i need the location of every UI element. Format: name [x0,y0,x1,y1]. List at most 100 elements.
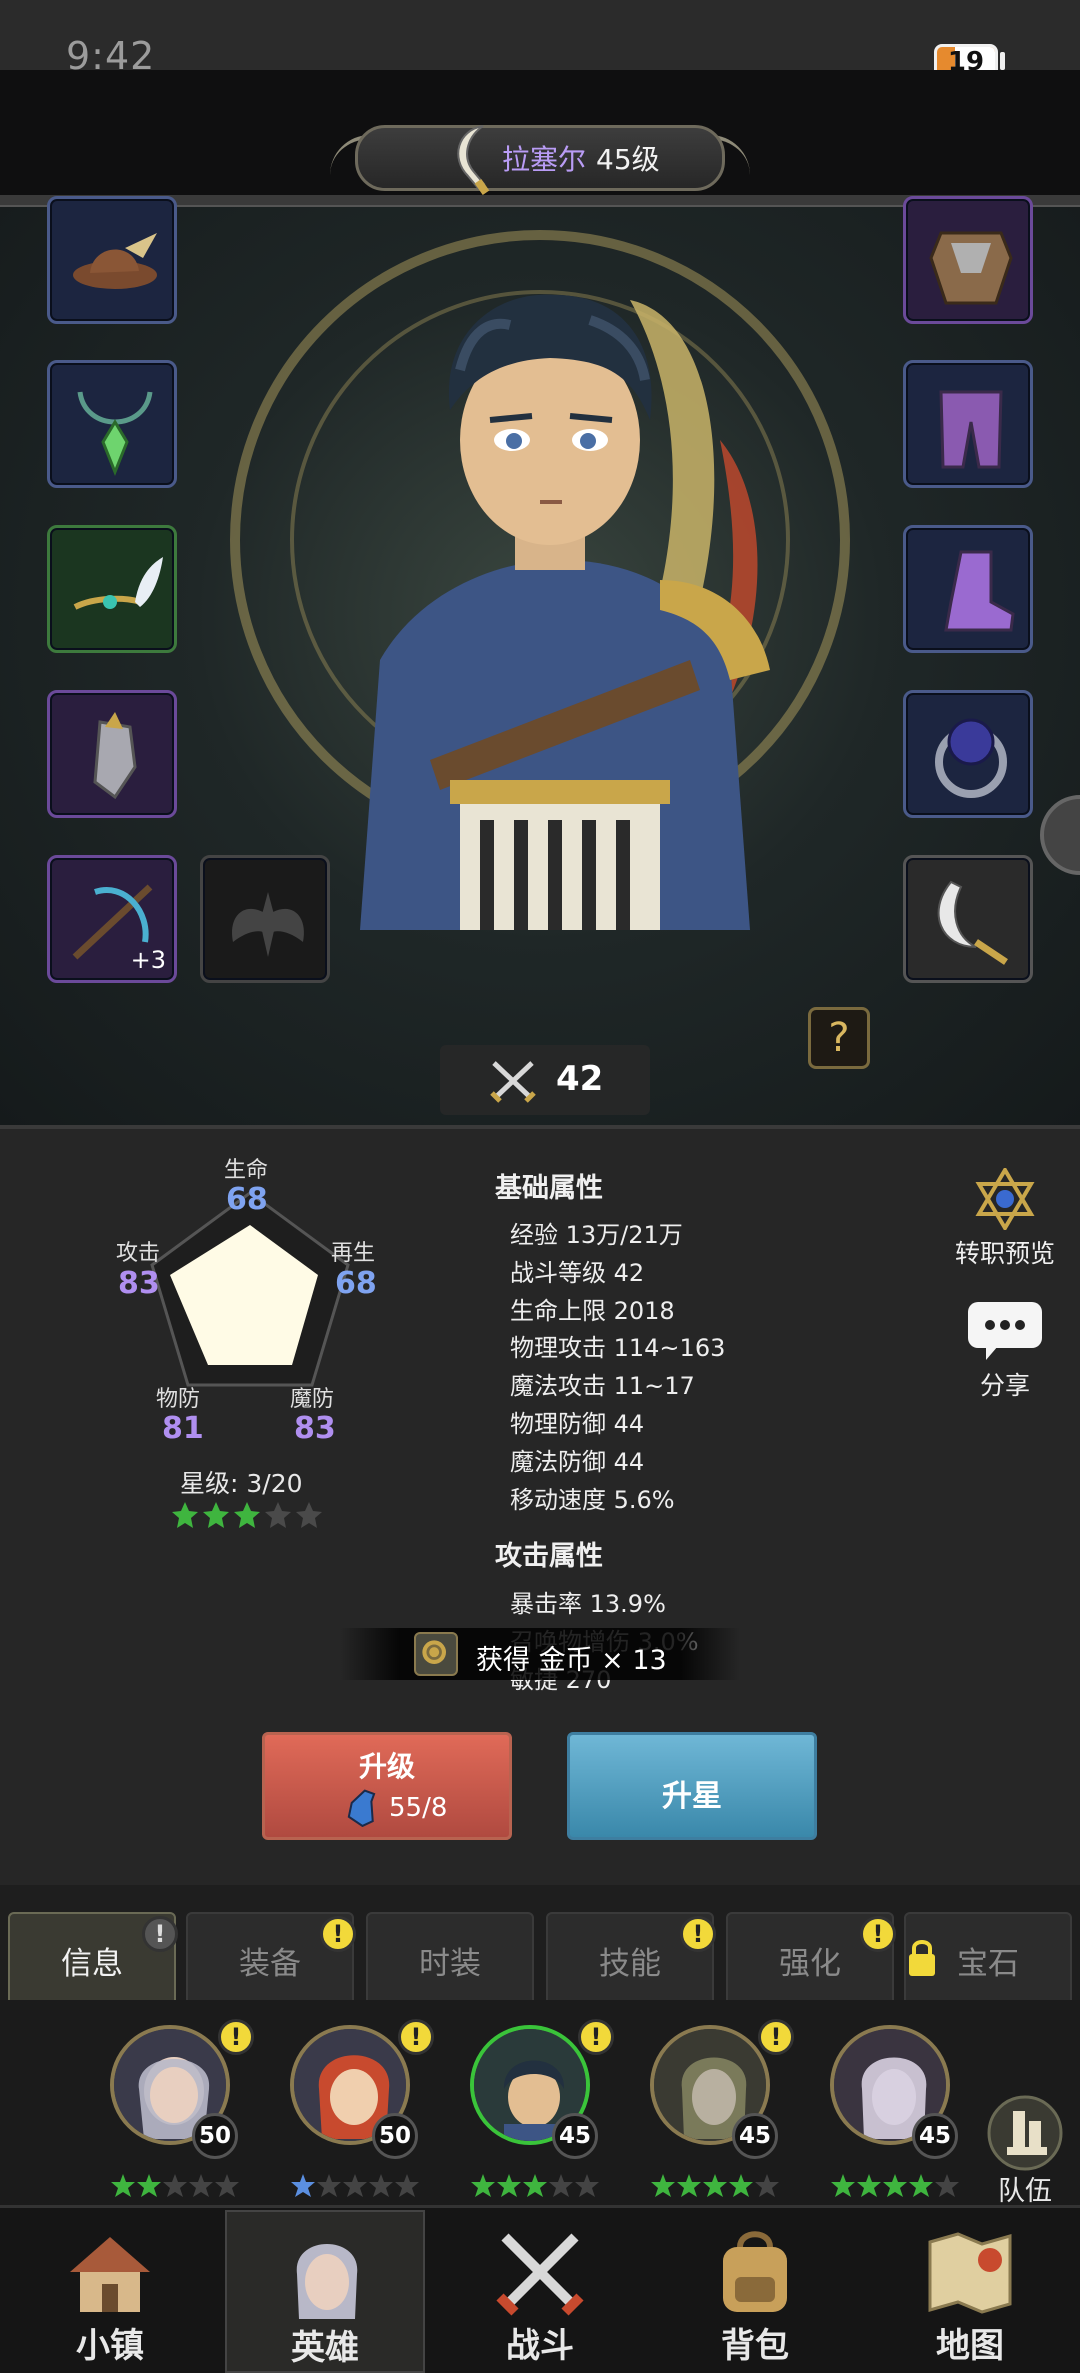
chat-bubble-icon [968,1302,1042,1360]
hero-icon [296,2244,358,2319]
hero-level-badge: 45 [912,2113,958,2159]
radar-value-magic-def: 83 [294,1411,336,1446]
hero-level-badge: 45 [552,2113,598,2159]
equip-slot-weapon[interactable]: +3 [47,855,177,983]
equip-slot-accessory[interactable] [47,525,177,653]
nav-backpack[interactable]: 背包 [655,2210,855,2373]
tab-costume[interactable]: 时装 [366,1912,534,2002]
equip-slot-chest[interactable] [903,196,1033,324]
hero-star-rating [291,2174,419,2197]
star-icon [172,1502,198,1528]
attr-phys-defense: 物理防御 44 [510,1409,645,1438]
nav-battle[interactable]: 战斗 [440,2210,640,2373]
hero-level-badge: 45 [732,2113,778,2159]
hero-portrait-large [360,294,770,930]
share-button[interactable]: 分享 [940,1300,1070,1402]
equip-slot-head[interactable] [47,196,177,324]
equip-slot-feet[interactable] [903,525,1033,653]
hero-card-selected[interactable]: 45 ! [460,2019,614,2197]
star-icon [203,1502,229,1528]
team-button[interactable]: 队伍 [980,2095,1070,2207]
alert-icon: ! [578,2019,614,2055]
attr-move-speed: 移动速度 5.6% [510,1485,675,1514]
hero-level: 45级 [596,143,660,176]
radar-label-regen: 再生 [331,1241,376,1266]
nav-label: 战斗 [506,2326,574,2366]
radar-value-phys-def: 81 [162,1411,204,1446]
nav-map[interactable]: 地图 [870,2210,1070,2373]
job-preview-button[interactable]: 转职预览 [940,1166,1070,1270]
nav-heroes[interactable]: 英雄 [225,2210,425,2373]
boots-icon [944,550,1015,632]
hero-name: 拉塞尔 [502,143,587,176]
tab-label: 时装 [419,1946,481,1982]
ring-icon [935,718,1007,798]
radar-label-magic-def: 魔防 [290,1387,335,1412]
town-icon [70,2237,150,2312]
attr-phys-attack: 物理攻击 114~163 [510,1334,726,1363]
alert-icon: ! [398,2019,434,2055]
gauntlet-icon [93,712,137,800]
attr-max-hp: 生命上限 2018 [510,1296,675,1325]
attr-battle-level: 战斗等级 42 [510,1258,645,1287]
chess-pieces-icon [987,2095,1063,2171]
alert-icon: ! [680,1916,716,1952]
wing-emblem-icon [232,892,304,957]
attr-magic-attack: 魔法攻击 11~17 [510,1372,695,1401]
alert-icon: ! [860,1916,896,1952]
hero-star-rating [831,2174,959,2197]
alert-icon: ! [320,1916,356,1952]
hero-card[interactable]: 50 ! [100,2019,254,2197]
hero-star-rating [651,2174,779,2197]
combat-power-value: 42 [556,1059,604,1099]
upgrade-label: 升级 [358,1750,415,1783]
alert-icon: ! [758,2019,794,2055]
map-icon [928,2232,1012,2314]
radar-value-regen: 68 [335,1266,377,1301]
alert-icon: ! [218,2019,254,2055]
star-rating [170,1500,330,1530]
star-up-label: 升星 [662,1779,722,1814]
gold-coin-icon [414,1632,458,1676]
radar-label-phys-def: 物防 [156,1387,201,1412]
crescent-blade-icon [457,125,490,196]
alert-icon: ! [142,1916,178,1952]
hero-card[interactable]: 45 ! [640,2019,794,2197]
hexagram-icon [975,1166,1035,1232]
combat-power: 42 [440,1045,650,1115]
hat-icon [73,233,157,289]
star-level: 星级: 3/20 [180,1469,303,1498]
nav-label: 小镇 [76,2326,144,2366]
upgrade-button[interactable]: 升级 55/8 [262,1732,512,1840]
star-icon [234,1502,260,1528]
equip-slot-legs[interactable] [903,360,1033,488]
equip-slot-offhand[interactable] [903,855,1033,983]
chest-armor-icon [929,231,1013,305]
equip-slot-empty[interactable] [200,855,330,983]
equip-slot-neck[interactable] [47,360,177,488]
reward-toast: 获得 金币 × 13 [340,1628,740,1680]
nav-label: 背包 [721,2326,789,2366]
attack-attributes-title: 攻击属性 [495,1541,603,1572]
lock-icon [909,1940,935,1976]
amulet-icon [77,391,153,477]
nav-town[interactable]: 小镇 [10,2210,210,2373]
hero-card[interactable]: 50 ! [280,2019,434,2197]
attr-magic-defense: 魔法防御 44 [510,1447,645,1476]
hero-level-badge: 50 [192,2113,238,2159]
equip-slot-hands[interactable] [47,690,177,818]
hero-star-rating [111,2174,239,2197]
star-up-button[interactable]: 升星 [567,1732,817,1840]
leg-armor-icon [939,390,1003,469]
equip-slot-ring[interactable] [903,690,1033,818]
hero-card[interactable]: 45 [820,2025,960,2197]
help-button[interactable]: ? [808,1007,870,1069]
radar-value-hp: 68 [226,1182,268,1217]
hero-level-badge: 50 [372,2113,418,2159]
star-icon [296,1502,322,1528]
potion-icon [347,1789,376,1827]
winged-circlet-icon [73,557,163,610]
radar-label-hp: 生命 [224,1158,269,1183]
attr-exp: 经验 13万/21万 [510,1221,683,1249]
nav-label: 英雄 [291,2328,359,2368]
